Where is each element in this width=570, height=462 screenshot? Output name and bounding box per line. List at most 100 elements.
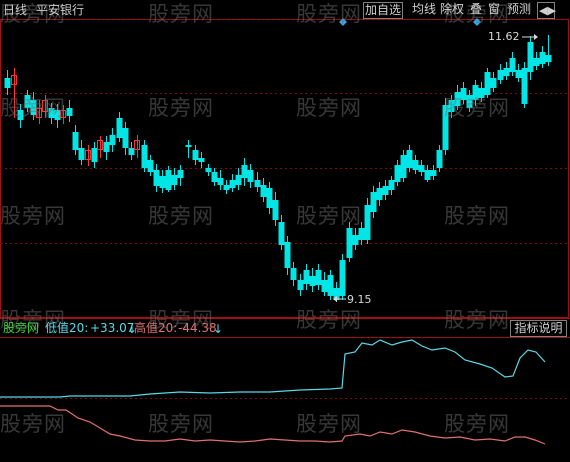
- candle-body-down: [400, 155, 407, 178]
- candle-body-down: [436, 150, 443, 168]
- candle-body-down: [159, 176, 166, 188]
- candle-body-down: [309, 276, 316, 286]
- candle-body-down: [54, 110, 61, 120]
- candle-body-down: [497, 70, 504, 80]
- candle-body-down: [478, 88, 485, 98]
- candle-body-down: [24, 95, 31, 108]
- candle-body-down: [4, 78, 11, 88]
- candle-body-down: [217, 178, 224, 185]
- indicator-name: 股旁网: [3, 321, 40, 335]
- candle-body-down: [352, 235, 359, 245]
- indicator-high-value: -44.38: [178, 321, 217, 335]
- candle-body-down: [177, 170, 184, 178]
- indicator-high-line: [0, 405, 546, 445]
- candle-body-down: [254, 180, 261, 187]
- candle-body-down: [472, 85, 479, 100]
- candle-body-down: [284, 242, 291, 268]
- candle-body-down: [192, 150, 199, 160]
- candle-body-down: [315, 270, 322, 285]
- candle-body-down: [30, 100, 37, 115]
- candle-body-down: [358, 228, 365, 240]
- candle-body-down: [272, 200, 279, 220]
- candle-body-down: [223, 185, 230, 190]
- candle-body-down: [229, 180, 236, 188]
- candle-body-down: [260, 185, 267, 197]
- candle-body-down: [205, 168, 212, 172]
- candle-body-down: [48, 108, 55, 118]
- arrow-right-icon-head: [534, 34, 538, 40]
- candle-body-down: [147, 160, 154, 172]
- candle-body-down: [17, 110, 24, 120]
- candle-body-down: [91, 148, 98, 162]
- candle-body-down: [165, 170, 172, 190]
- candle-body-down: [346, 228, 353, 258]
- candle-body-down: [122, 128, 129, 148]
- ex-rights-button[interactable]: 除权: [439, 2, 465, 17]
- stock-name: 平安银行: [36, 3, 85, 17]
- candle-body-down: [370, 192, 377, 212]
- candle-body-down: [521, 68, 528, 104]
- candle-body-down: [412, 160, 419, 170]
- candle-body-down: [460, 88, 467, 100]
- candle-body-down: [241, 165, 248, 178]
- candle-body-down: [297, 280, 304, 290]
- candle-body-down: [66, 108, 73, 116]
- candle-body-down: [527, 42, 534, 72]
- candle-body-down: [388, 180, 395, 190]
- candle-body-down: [490, 78, 497, 88]
- candle-body-down: [211, 172, 218, 182]
- candle-body-down: [278, 222, 285, 245]
- candle-body-down: [321, 280, 328, 292]
- candle-body-down: [128, 148, 135, 155]
- candle-body-down: [442, 105, 449, 150]
- add-favorite-button[interactable]: 加自选: [363, 2, 404, 19]
- candle-body-down: [364, 205, 371, 240]
- candle-body-down: [141, 145, 148, 168]
- indicator-low-line: [0, 339, 546, 398]
- candle-body-down: [503, 68, 510, 76]
- candle-body-down: [247, 170, 254, 182]
- candle-body-down: [339, 260, 346, 296]
- candle-body-down: [533, 58, 540, 66]
- indicator-high-arrow-icon: ↓: [213, 322, 224, 336]
- candle-body-down: [545, 55, 552, 62]
- candle-body-down: [394, 165, 401, 182]
- forecast-button[interactable]: 预测: [506, 2, 532, 17]
- candle-body-down: [484, 72, 491, 95]
- high-price-label: 11.62: [488, 30, 520, 43]
- candle-body-down: [430, 170, 437, 176]
- candle-body-down: [327, 275, 334, 296]
- candle-body-down: [153, 170, 160, 186]
- indicator-high-label: 高值20:: [134, 321, 178, 335]
- candle-body-down: [418, 165, 425, 172]
- candle-body-down: [303, 270, 310, 284]
- candle-body-down: [103, 142, 110, 152]
- candle-body-down: [116, 118, 123, 138]
- period-label[interactable]: 日线: [3, 3, 27, 17]
- candle-body-down: [290, 268, 297, 280]
- candle-body-down: [509, 58, 516, 72]
- candle-body-down: [109, 135, 116, 145]
- window-button[interactable]: 窗: [487, 2, 501, 17]
- candle-body-down: [78, 148, 85, 160]
- candle-body-down: [72, 132, 79, 150]
- candle-body-down: [382, 186, 389, 195]
- candle-body-down: [235, 175, 242, 185]
- candle-body-down: [466, 95, 473, 108]
- candle-body-down: [424, 170, 431, 180]
- candle-body-down: [376, 188, 383, 200]
- moving-average-button[interactable]: 均线: [411, 2, 437, 17]
- double-arrow-icon[interactable]: ◀▶: [537, 2, 556, 19]
- candle-body-down: [448, 100, 455, 112]
- candle-body-down: [406, 150, 413, 168]
- candle-body-down: [454, 92, 461, 106]
- candle-body-down: [515, 70, 522, 78]
- indicator-low-label: 低值20:: [45, 321, 89, 335]
- candle-body-down: [185, 145, 192, 147]
- indicator-explain-button[interactable]: 指标说明: [510, 320, 567, 337]
- candle-body-down: [198, 158, 205, 162]
- candle-body-down: [266, 188, 273, 208]
- overlay-button[interactable]: 叠: [469, 2, 483, 17]
- candle-body-down: [171, 175, 178, 185]
- chart-canvas: [0, 18, 570, 445]
